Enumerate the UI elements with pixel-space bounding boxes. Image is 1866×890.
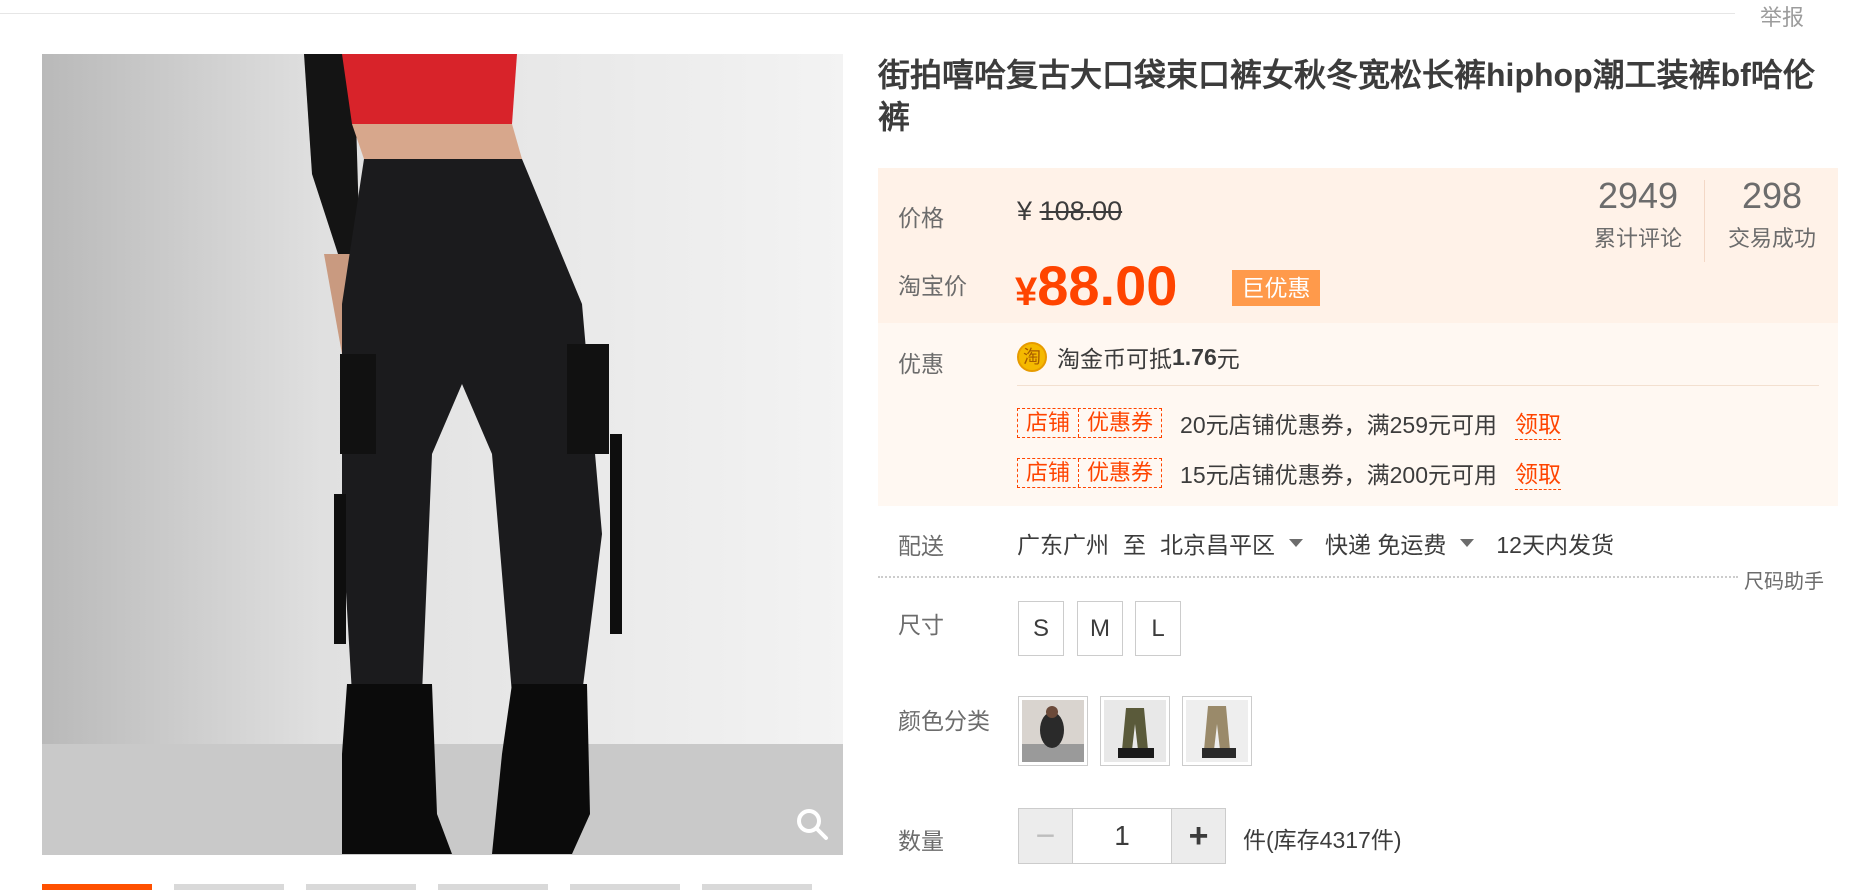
coin-text-prefix: 淘金币可抵 [1057,346,1172,372]
coupon-tag: 店铺 优惠券 [1017,457,1163,488]
chevron-down-icon[interactable] [1289,539,1303,547]
stock-info: 件(库存4317件) [1243,827,1402,853]
coupon-tag-shop: 店铺 [1026,459,1071,485]
ship-time: 12天内发货 [1496,532,1614,558]
size-helper-link[interactable]: 尺码助手 [1744,565,1824,594]
delivery-row: 广东广州 至 北京昌平区 快递 免运费 12天内发货 [1017,526,1614,560]
main-product-image[interactable] [42,54,843,855]
original-price-value: 108.00 [1039,196,1123,226]
thumbnail-strip[interactable] [42,884,812,890]
thumbnail-5[interactable] [570,884,680,890]
reviews-stat[interactable]: 2949 累计评论 [1586,175,1690,253]
original-price-currency: ¥ [1017,196,1033,226]
coin-amount: 1.76 [1172,343,1217,370]
coupon-tag: 店铺 优惠券 [1017,407,1163,438]
size-option-s[interactable]: S [1018,601,1064,656]
ship-from: 广东广州 [1017,532,1109,558]
quantity-input[interactable]: 1 [1073,809,1171,863]
reviews-count: 2949 [1597,175,1679,216]
thumbnail-6[interactable] [702,884,812,890]
quantity-decrease-button[interactable]: − [1019,809,1073,863]
color-swatch-image [1104,700,1166,762]
quantity-increase-button[interactable]: + [1171,809,1225,863]
color-option-3[interactable] [1182,696,1252,766]
coupon-text: 15元店铺优惠券，满200元可用 [1180,461,1497,488]
deal-badge: 巨优惠 [1232,270,1320,306]
taobao-price-value: 88.00 [1037,254,1178,317]
size-option-l[interactable]: L [1135,601,1181,656]
size-option-m[interactable]: M [1077,601,1123,656]
coupon-text: 20元店铺优惠券，满259元可用 [1180,411,1497,438]
thumbnail-3[interactable] [306,884,416,890]
deals-count: 298 [1741,175,1803,216]
coupon-tag-type: 优惠券 [1078,458,1161,487]
color-label: 颜色分类 [898,708,990,734]
deals-stat: 298 交易成功 [1720,175,1824,253]
coupon-tag-shop: 店铺 [1026,409,1071,435]
zoom-icon[interactable] [793,805,831,843]
coupon-tag-type: 优惠券 [1078,408,1161,437]
product-title: 街拍嘻哈复古大口袋束口裤女秋冬宽松长裤hiphop潮工装裤bf哈伦裤 [878,57,1815,135]
coin-text-suffix: 元 [1216,346,1240,372]
stat-divider [1704,180,1705,262]
promotion-label: 优惠 [898,351,944,377]
quantity-label: 数量 [898,828,944,854]
deals-label: 交易成功 [1727,226,1816,251]
taobao-coin-icon: 淘 [1017,342,1047,372]
chevron-down-icon[interactable] [1460,539,1475,547]
quantity-stepper: − 1 + [1018,808,1226,864]
coupon-row-2: 店铺 优惠券 15元店铺优惠券，满200元可用 领取 [1017,455,1561,490]
taobao-price: ¥88.00 [1015,253,1177,318]
section-divider [878,576,1738,578]
taobao-coin-row: 淘 淘金币可抵 1.76 元 [1017,340,1240,374]
top-divider [0,13,1735,14]
promotion-divider [1017,385,1819,386]
shipping-method-select[interactable]: 快递 免运费 [1325,526,1446,560]
coupon-row-1: 店铺 优惠券 20元店铺优惠券，满259元可用 领取 [1017,405,1561,440]
ship-to-word: 至 [1123,532,1146,558]
original-price: ¥ 108.00 [1017,196,1122,227]
claim-coupon-link[interactable]: 领取 [1515,405,1561,440]
thumbnail-2[interactable] [174,884,284,890]
report-link[interactable]: 举报 [1750,0,1815,32]
destination-select[interactable]: 北京昌平区 [1160,526,1275,560]
reviews-label: 累计评论 [1593,226,1682,251]
color-option-1[interactable] [1018,696,1088,766]
color-swatch-image [1022,700,1084,762]
product-photo [42,54,843,855]
thumbnail-4[interactable] [438,884,548,890]
delivery-label: 配送 [898,533,944,559]
color-swatch-image [1186,700,1248,762]
price-label: 价格 [898,205,944,231]
size-label: 尺寸 [898,612,944,638]
thumbnail-1[interactable] [42,884,152,890]
color-option-2[interactable] [1100,696,1170,766]
claim-coupon-link[interactable]: 领取 [1515,455,1561,490]
taobao-price-label: 淘宝价 [898,273,967,299]
taobao-price-currency: ¥ [1015,270,1038,314]
